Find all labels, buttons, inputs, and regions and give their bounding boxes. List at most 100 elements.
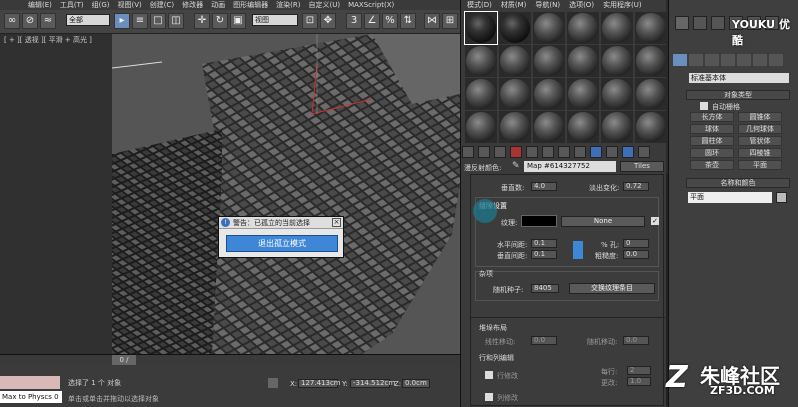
per-row-field[interactable]: 2 [627, 366, 651, 375]
go-forward-icon[interactable] [638, 146, 650, 158]
percent-snap-icon[interactable]: % [382, 13, 398, 29]
map-type-button[interactable]: Tiles [620, 161, 664, 172]
primitive-button[interactable]: 平面 [738, 160, 782, 170]
material-menu-item[interactable]: 实用程序(U) [603, 0, 642, 10]
spacewarps-icon[interactable] [753, 54, 767, 66]
material-menu-item[interactable]: 选项(O) [569, 0, 594, 10]
create-tab-icon[interactable] [675, 16, 689, 30]
manipulate-icon[interactable]: ✥ [320, 13, 336, 29]
link-icon[interactable]: ∞ [4, 13, 20, 29]
move-icon[interactable]: ✛ [194, 13, 210, 29]
primitive-button[interactable]: 茶壶 [690, 160, 734, 170]
random-shift-field[interactable]: 0.0 [623, 336, 649, 345]
primitive-button[interactable]: 管状体 [738, 136, 782, 146]
menu-item[interactable]: MAXScript(X) [348, 1, 394, 9]
material-menu-item[interactable]: 材质(M) [501, 0, 527, 10]
geometry-icon[interactable] [673, 54, 687, 66]
object-type-rollout[interactable]: 对象类型 [686, 90, 790, 100]
material-menu-item[interactable]: 模式(D) [467, 0, 492, 10]
menu-item[interactable]: 创建(C) [150, 0, 174, 10]
primitive-button[interactable]: 圆锥体 [738, 112, 782, 122]
helpers-icon[interactable] [737, 54, 751, 66]
listener-output[interactable]: Max to Physcs 0 [0, 391, 62, 403]
material-sample-slot[interactable] [499, 78, 531, 110]
material-sample-slot[interactable] [635, 111, 667, 143]
viewport-label[interactable]: [ + ][ 透视 ][ 平滑 + 高光 ] [4, 35, 92, 45]
material-sample-slot[interactable] [635, 12, 667, 44]
go-to-parent-icon[interactable] [622, 146, 634, 158]
material-sample-slot[interactable] [465, 111, 497, 143]
lock-icon[interactable] [268, 378, 278, 388]
material-sample-slot[interactable] [567, 111, 599, 143]
material-sample-slot[interactable] [601, 78, 633, 110]
angle-snap-icon[interactable]: ∠ [364, 13, 380, 29]
material-sample-slot[interactable] [499, 12, 531, 44]
y-coord[interactable]: -314.512cm [350, 379, 395, 388]
unlink-icon[interactable]: ⊘ [22, 13, 38, 29]
systems-icon[interactable] [769, 54, 783, 66]
primitive-button[interactable]: 圆环 [690, 148, 734, 158]
swap-texture-button[interactable]: 交换纹理条目 [569, 283, 655, 294]
close-icon[interactable]: × [332, 218, 341, 227]
material-sample-slot[interactable] [567, 78, 599, 110]
shapes-icon[interactable] [689, 54, 703, 66]
menu-item[interactable]: 组(G) [92, 0, 110, 10]
x-coord[interactable]: 127.413cm [298, 379, 341, 388]
material-id-icon[interactable] [574, 146, 586, 158]
menu-item[interactable]: 视图(V) [118, 0, 142, 10]
material-sample-slot[interactable] [533, 111, 565, 143]
mirror-icon[interactable]: ⋈ [424, 13, 440, 29]
primitive-button[interactable]: 四棱锥 [738, 148, 782, 158]
name-color-rollout[interactable]: 名称和颜色 [686, 178, 790, 188]
row-edit-checkbox[interactable] [485, 371, 493, 379]
maxscript-mini-listener[interactable] [0, 376, 60, 389]
eyedropper-icon[interactable]: ✎ [512, 161, 522, 171]
reference-coord-dropdown[interactable]: 视图 [252, 14, 298, 26]
menu-item[interactable]: 动画 [211, 0, 225, 10]
modify-tab-icon[interactable] [693, 16, 707, 30]
perspective-viewport[interactable] [112, 34, 460, 354]
autogrid-checkbox[interactable] [700, 102, 708, 110]
vert-count-field[interactable]: 4.0 [531, 182, 557, 191]
vgap-field[interactable]: 0.1 [531, 250, 557, 259]
grout-color-swatch[interactable] [521, 215, 557, 227]
map-name-field[interactable]: Map #614327752 [524, 161, 616, 172]
seed-field[interactable]: 8405 [531, 284, 559, 293]
assign-material-icon[interactable] [494, 146, 506, 158]
material-sample-slot[interactable] [635, 78, 667, 110]
texture-map-button[interactable]: None [561, 216, 645, 227]
primitive-button[interactable]: 球体 [690, 124, 734, 134]
fade-field[interactable]: 0.72 [623, 182, 649, 191]
bind-icon[interactable]: ≈ [40, 13, 56, 29]
col-edit-checkbox[interactable] [485, 393, 493, 401]
primitive-button[interactable]: 几何球体 [738, 124, 782, 134]
material-sample-slot[interactable] [567, 45, 599, 77]
line-shift-field[interactable]: 0.0 [531, 336, 557, 345]
menu-item[interactable]: 图形编辑器 [233, 0, 268, 10]
put-to-scene-icon[interactable] [478, 146, 490, 158]
material-sample-slot[interactable] [533, 78, 565, 110]
material-sample-slot[interactable] [499, 45, 531, 77]
object-name-field[interactable]: 平面 [688, 192, 772, 203]
region-select-icon[interactable]: □ [150, 13, 166, 29]
make-unique-icon[interactable] [542, 146, 554, 158]
gap-lock-icon[interactable] [573, 241, 583, 259]
material-sample-slot[interactable] [567, 12, 599, 44]
holes-field[interactable]: 0 [623, 239, 649, 248]
change-field[interactable]: 1.0 [627, 377, 651, 386]
exit-isolation-button[interactable]: 退出孤立模式 [226, 235, 338, 252]
rotate-icon[interactable]: ↻ [212, 13, 228, 29]
primitive-button[interactable]: 长方体 [690, 112, 734, 122]
z-coord[interactable]: 0.0cm [402, 379, 430, 388]
material-sample-slot[interactable] [533, 45, 565, 77]
menu-item[interactable]: 修改器 [182, 0, 203, 10]
cameras-icon[interactable] [721, 54, 735, 66]
rough-field[interactable]: 0.0 [623, 250, 649, 259]
reset-map-icon[interactable] [510, 146, 522, 158]
get-material-icon[interactable] [462, 146, 474, 158]
menu-item[interactable]: 编辑(E) [28, 0, 52, 10]
menu-item[interactable]: 工具(T) [60, 0, 84, 10]
object-color-swatch[interactable] [776, 192, 787, 203]
window-crossing-icon[interactable]: ◫ [168, 13, 184, 29]
show-map-icon[interactable] [590, 146, 602, 158]
